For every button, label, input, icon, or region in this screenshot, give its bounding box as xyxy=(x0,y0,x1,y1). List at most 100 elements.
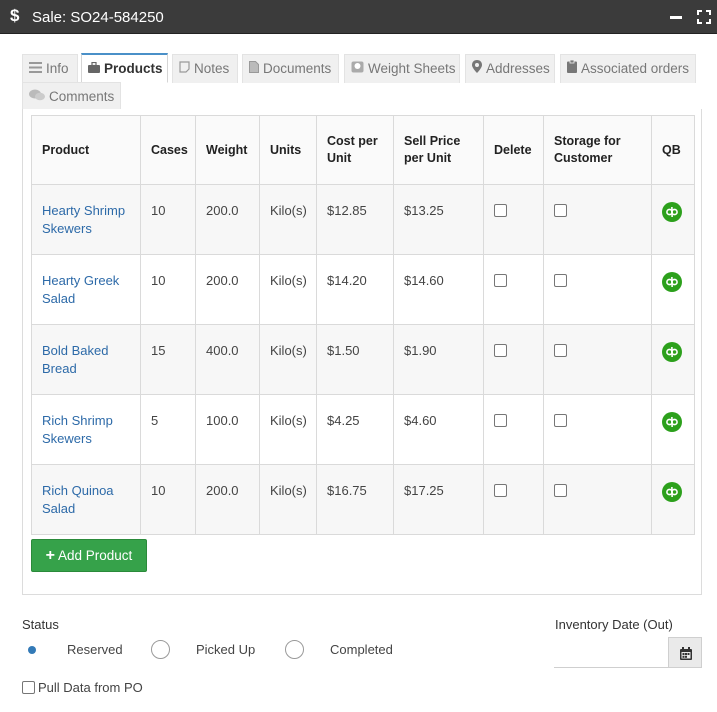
briefcase-icon xyxy=(88,55,100,83)
cases-cell: 10 xyxy=(140,184,196,255)
delete-checkbox[interactable] xyxy=(494,274,507,287)
radio-completed[interactable] xyxy=(285,640,304,659)
product-link[interactable]: Hearty Greek Salad xyxy=(31,254,141,325)
delete-cell xyxy=(483,184,544,255)
tab-label: Weight Sheets xyxy=(368,61,456,76)
column-header-delete[interactable]: Delete xyxy=(483,115,544,185)
table-header-row: Product Cases Weight Units Cost per Unit… xyxy=(31,115,695,185)
maximize-icon[interactable] xyxy=(697,10,711,24)
status-label: Status xyxy=(22,617,59,632)
storage-checkbox[interactable] xyxy=(554,484,567,497)
storage-cell xyxy=(543,324,652,395)
tab-label: Info xyxy=(46,61,69,76)
sell-price-cell: $13.25 xyxy=(393,184,484,255)
pull-data-option[interactable]: Pull Data from PO xyxy=(22,680,143,695)
column-header-storage[interactable]: Storage for Customer xyxy=(543,115,652,185)
units-cell: Kilo(s) xyxy=(259,464,317,535)
window-titlebar: $ Sale: SO24-584250 xyxy=(0,0,717,34)
dollar-icon: $ xyxy=(10,6,20,25)
units-cell: Kilo(s) xyxy=(259,394,317,465)
radio-label-reserved: Reserved xyxy=(67,642,123,657)
cost-cell: $1.50 xyxy=(316,324,394,395)
cost-cell: $14.20 xyxy=(316,254,394,325)
inventory-date-input[interactable] xyxy=(554,637,669,668)
quickbooks-icon[interactable] xyxy=(662,342,682,362)
tab-label: Comments xyxy=(49,89,115,104)
sell-price-cell: $4.60 xyxy=(393,394,484,465)
tab-label: Documents xyxy=(263,61,332,76)
column-header-weight[interactable]: Weight xyxy=(195,115,260,185)
delete-checkbox[interactable] xyxy=(494,344,507,357)
calendar-button[interactable] xyxy=(668,637,702,668)
tab-label: Notes xyxy=(194,61,230,76)
note-icon xyxy=(179,55,190,83)
list-icon xyxy=(29,55,42,83)
tab-products[interactable]: Products xyxy=(81,53,168,83)
tab-notes[interactable]: Notes xyxy=(172,54,238,83)
column-header-product[interactable]: Product xyxy=(31,115,141,185)
sell-price-cell: $17.25 xyxy=(393,464,484,535)
cost-cell: $16.75 xyxy=(316,464,394,535)
column-header-cost[interactable]: Cost per Unit xyxy=(316,115,394,185)
tab-documents[interactable]: Documents xyxy=(242,54,339,83)
delete-cell xyxy=(483,394,544,465)
cases-cell: 10 xyxy=(140,464,196,535)
tab-info[interactable]: Info xyxy=(22,54,78,83)
tab-weight-sheets[interactable]: Weight Sheets xyxy=(344,54,460,83)
storage-checkbox[interactable] xyxy=(554,204,567,217)
weight-cell: 200.0 xyxy=(195,254,260,325)
quickbooks-icon[interactable] xyxy=(662,482,682,502)
storage-cell xyxy=(543,254,652,325)
add-product-button[interactable]: + Add Product xyxy=(31,539,147,572)
storage-cell xyxy=(543,394,652,465)
column-header-sell-price[interactable]: Sell Price per Unit xyxy=(393,115,484,185)
tab-label: Associated orders xyxy=(581,61,690,76)
units-cell: Kilo(s) xyxy=(259,324,317,395)
tab-addresses[interactable]: Addresses xyxy=(465,54,555,83)
plus-icon: + xyxy=(45,547,56,564)
product-link[interactable]: Bold Baked Bread xyxy=(31,324,141,395)
radio-reserved[interactable] xyxy=(22,640,41,659)
cases-cell: 10 xyxy=(140,254,196,325)
radio-label-completed: Completed xyxy=(330,642,393,657)
storage-checkbox[interactable] xyxy=(554,274,567,287)
delete-cell xyxy=(483,464,544,535)
minimize-icon[interactable] xyxy=(670,16,682,19)
units-cell: Kilo(s) xyxy=(259,184,317,255)
pull-data-checkbox[interactable] xyxy=(22,681,35,694)
product-link[interactable]: Hearty Shrimp Skewers xyxy=(31,184,141,255)
storage-checkbox[interactable] xyxy=(554,414,567,427)
column-header-units[interactable]: Units xyxy=(259,115,317,185)
tab-associated-orders[interactable]: Associated orders xyxy=(560,54,696,83)
qb-cell xyxy=(651,254,695,325)
table-row: Rich Quinoa Salad 10 200.0 Kilo(s) $16.7… xyxy=(31,464,695,535)
quickbooks-icon[interactable] xyxy=(662,272,682,292)
product-link[interactable]: Rich Quinoa Salad xyxy=(31,464,141,535)
qb-cell xyxy=(651,324,695,395)
storage-checkbox[interactable] xyxy=(554,344,567,357)
radio-label-picked-up: Picked Up xyxy=(196,642,256,657)
delete-checkbox[interactable] xyxy=(494,414,507,427)
column-header-cases[interactable]: Cases xyxy=(140,115,196,185)
quickbooks-icon[interactable] xyxy=(662,202,682,222)
table-row: Bold Baked Bread 15 400.0 Kilo(s) $1.50 … xyxy=(31,324,695,395)
column-header-qb[interactable]: QB xyxy=(651,115,695,185)
sell-price-cell: $1.90 xyxy=(393,324,484,395)
product-link[interactable]: Rich Shrimp Skewers xyxy=(31,394,141,465)
delete-checkbox[interactable] xyxy=(494,484,507,497)
window-title: Sale: SO24-584250 xyxy=(32,9,164,26)
radio-picked-up[interactable] xyxy=(151,640,170,659)
tab-comments[interactable]: Comments xyxy=(22,82,121,110)
tab-label: Addresses xyxy=(486,61,550,76)
delete-checkbox[interactable] xyxy=(494,204,507,217)
cost-cell: $4.25 xyxy=(316,394,394,465)
qb-cell xyxy=(651,394,695,465)
quickbooks-icon[interactable] xyxy=(662,412,682,432)
table-row: Rich Shrimp Skewers 5 100.0 Kilo(s) $4.2… xyxy=(31,394,695,465)
file-icon xyxy=(249,55,259,83)
add-product-label: Add Product xyxy=(58,548,133,563)
map-marker-icon xyxy=(472,55,482,83)
storage-cell xyxy=(543,184,652,255)
storage-cell xyxy=(543,464,652,535)
weight-cell: 200.0 xyxy=(195,464,260,535)
